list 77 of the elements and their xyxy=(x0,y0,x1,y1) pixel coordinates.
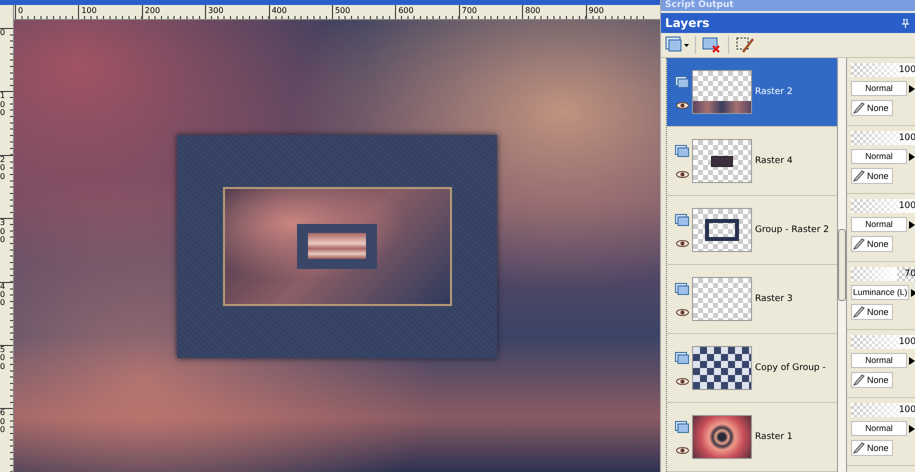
layer-icon xyxy=(675,76,689,88)
blend-mode-dropdown[interactable]: Normal xyxy=(851,421,907,436)
eye-icon[interactable] xyxy=(676,102,688,108)
brush-icon xyxy=(853,442,865,454)
eye-icon[interactable] xyxy=(676,308,688,316)
ruler-label: 100 xyxy=(0,92,6,118)
eye-icon[interactable] xyxy=(676,378,688,384)
layer-name: Group - Raster 2 xyxy=(755,225,829,235)
ruler-label: 800 xyxy=(525,5,540,16)
ruler-label: 300 xyxy=(208,5,224,16)
layer-row[interactable]: Group - Raster 2 xyxy=(667,196,837,265)
layer-name: Raster 4 xyxy=(755,156,793,166)
layer-thumbnail xyxy=(692,346,752,390)
brush-icon xyxy=(853,102,865,114)
brush-icon xyxy=(853,306,865,318)
scrollbar-thumb[interactable] xyxy=(838,229,846,301)
edit-selection-icon[interactable] xyxy=(735,36,755,54)
ruler-label: 600 xyxy=(398,5,414,16)
layer-row[interactable]: Copy of Group - xyxy=(667,334,837,403)
layer-name: Raster 1 xyxy=(755,432,793,442)
ruler-label: 700 xyxy=(462,5,478,16)
layer-name: Raster 3 xyxy=(755,294,793,304)
blend-mode-dropdown[interactable]: Normal xyxy=(851,81,907,96)
layer-row[interactable]: Raster 2 xyxy=(667,58,837,127)
blend-range-button[interactable]: None xyxy=(851,100,893,116)
panel-title: Layers xyxy=(665,16,710,30)
layer-icon xyxy=(675,352,689,364)
arrow-icon[interactable] xyxy=(909,220,915,228)
new-layer-icon[interactable] xyxy=(665,36,689,54)
arrow-icon[interactable] xyxy=(909,152,915,160)
blend-mode-dropdown[interactable]: Normal xyxy=(851,217,907,232)
ruler-label: 200 xyxy=(144,5,160,16)
ruler-label: 200 xyxy=(0,156,6,181)
eye-icon[interactable] xyxy=(676,170,688,178)
arrow-icon[interactable] xyxy=(909,356,915,364)
ruler-label: 400 xyxy=(272,5,287,16)
ruler-label: 0 xyxy=(18,5,24,16)
ruler-label: 500 xyxy=(0,346,6,372)
blend-range-button[interactable]: None xyxy=(851,168,893,184)
blend-range-button[interactable]: None xyxy=(851,236,893,252)
delete-layer-icon[interactable] xyxy=(702,36,722,54)
arrow-icon[interactable] xyxy=(909,84,915,92)
ruler-label: 900 xyxy=(588,5,604,16)
blend-mode-dropdown[interactable]: Luminance (L) xyxy=(851,285,910,300)
layer-thumbnail xyxy=(692,277,752,321)
layer-row[interactable]: Raster 1 xyxy=(667,403,837,472)
layer-icon xyxy=(675,420,689,432)
layer-row[interactable]: Raster 3 xyxy=(667,265,837,334)
brush-icon xyxy=(853,170,865,182)
layer-name: Copy of Group - xyxy=(755,363,826,373)
layer-thumbnail xyxy=(692,70,752,114)
blend-mode-dropdown[interactable]: Normal xyxy=(851,353,907,368)
layer-icon xyxy=(675,214,689,226)
eye-icon[interactable] xyxy=(676,446,688,454)
layer-icon xyxy=(675,282,689,294)
brush-icon xyxy=(853,238,865,250)
blend-range-button[interactable]: None xyxy=(851,372,893,388)
ruler-label: 100 xyxy=(81,5,97,16)
ruler-label: 400 xyxy=(0,282,6,308)
arrow-icon[interactable] xyxy=(909,424,915,432)
blend-mode-dropdown[interactable]: Normal xyxy=(851,149,907,164)
blend-range-button[interactable]: None xyxy=(851,304,893,320)
ruler-label: 600 xyxy=(0,409,6,435)
layer-thumbnail xyxy=(692,415,752,459)
ruler-label: 300 xyxy=(0,219,6,244)
layer-thumbnail xyxy=(692,139,752,183)
pin-icon[interactable] xyxy=(902,18,909,28)
ruler-label: 500 xyxy=(334,5,350,16)
blend-range-button[interactable]: None xyxy=(851,440,893,456)
ruler-label: 0 xyxy=(0,29,6,38)
layer-name: Raster 2 xyxy=(755,87,793,97)
panel-title: Script Output xyxy=(661,0,915,11)
layer-row[interactable]: Raster 4 xyxy=(667,127,837,196)
layer-icon xyxy=(675,144,689,156)
layer-thumbnail xyxy=(692,208,752,252)
eye-icon[interactable] xyxy=(676,240,688,246)
brush-icon xyxy=(853,374,865,386)
